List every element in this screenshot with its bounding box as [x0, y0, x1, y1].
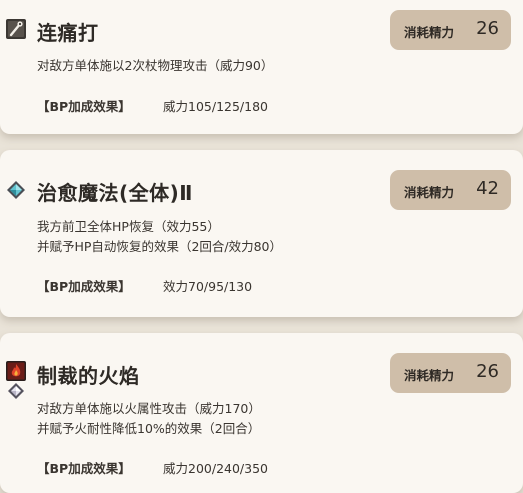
cost-badge: 消耗精力 26 [390, 353, 511, 393]
skill-name: 治愈魔法(全体)Ⅱ [37, 181, 193, 205]
cost-badge: 消耗精力 26 [390, 10, 511, 50]
skill-card: 连痛打 消耗精力 26 对敌方单体施以2次杖物理攻击（威力90） 【BP加成效果… [0, 0, 523, 134]
description-line: 并赋予HP自动恢复的效果（2回合/效力80） [37, 239, 283, 254]
cost-value: 26 [476, 18, 499, 39]
description-line: 我方前卫全体HP恢复（效力55） [37, 219, 220, 234]
cost-value: 26 [476, 361, 499, 382]
skill-card: 治愈魔法(全体)Ⅱ 消耗精力 42 我方前卫全体HP恢复（效力55） 并赋予HP… [0, 150, 523, 317]
description-line: 对敌方单体施以火属性攻击（威力170） [37, 401, 261, 416]
staff-strike-icon [6, 19, 26, 39]
skill-description: 对敌方单体施以火属性攻击（威力170） 并赋予火耐性降低10%的效果（2回合） [37, 399, 261, 439]
bp-bonus-label: 【BP加成效果】 [37, 461, 131, 476]
cost-value: 42 [476, 178, 499, 199]
bp-bonus-value: 威力200/240/350 [163, 461, 268, 476]
cost-label: 消耗精力 [404, 368, 455, 383]
skill-name: 连痛打 [37, 21, 99, 45]
bp-bonus-label: 【BP加成效果】 [37, 279, 131, 294]
bp-bonus-value: 效力70/95/130 [163, 279, 253, 294]
fire-attack-icon [6, 361, 26, 381]
description-line: 并赋予火耐性降低10%的效果（2回合） [37, 421, 261, 436]
dark-crystal-icon [7, 382, 25, 400]
bp-bonus-value: 威力105/125/180 [163, 99, 268, 114]
cost-badge: 消耗精力 42 [390, 170, 511, 210]
cost-label: 消耗精力 [404, 185, 455, 200]
cost-label: 消耗精力 [404, 25, 455, 40]
skill-card: 制裁的火焰 消耗精力 26 对敌方单体施以火属性攻击（威力170） 并赋予火耐性… [0, 333, 523, 493]
skill-description: 我方前卫全体HP恢复（效力55） 并赋予HP自动恢复的效果（2回合/效力80） [37, 217, 282, 257]
description-line: 对敌方单体施以2次杖物理攻击（威力90） [37, 58, 274, 73]
healing-crystal-icon [6, 180, 26, 200]
skill-name: 制裁的火焰 [37, 364, 140, 388]
bp-bonus-label: 【BP加成效果】 [37, 99, 131, 114]
skill-description: 对敌方单体施以2次杖物理攻击（威力90） [37, 56, 273, 76]
